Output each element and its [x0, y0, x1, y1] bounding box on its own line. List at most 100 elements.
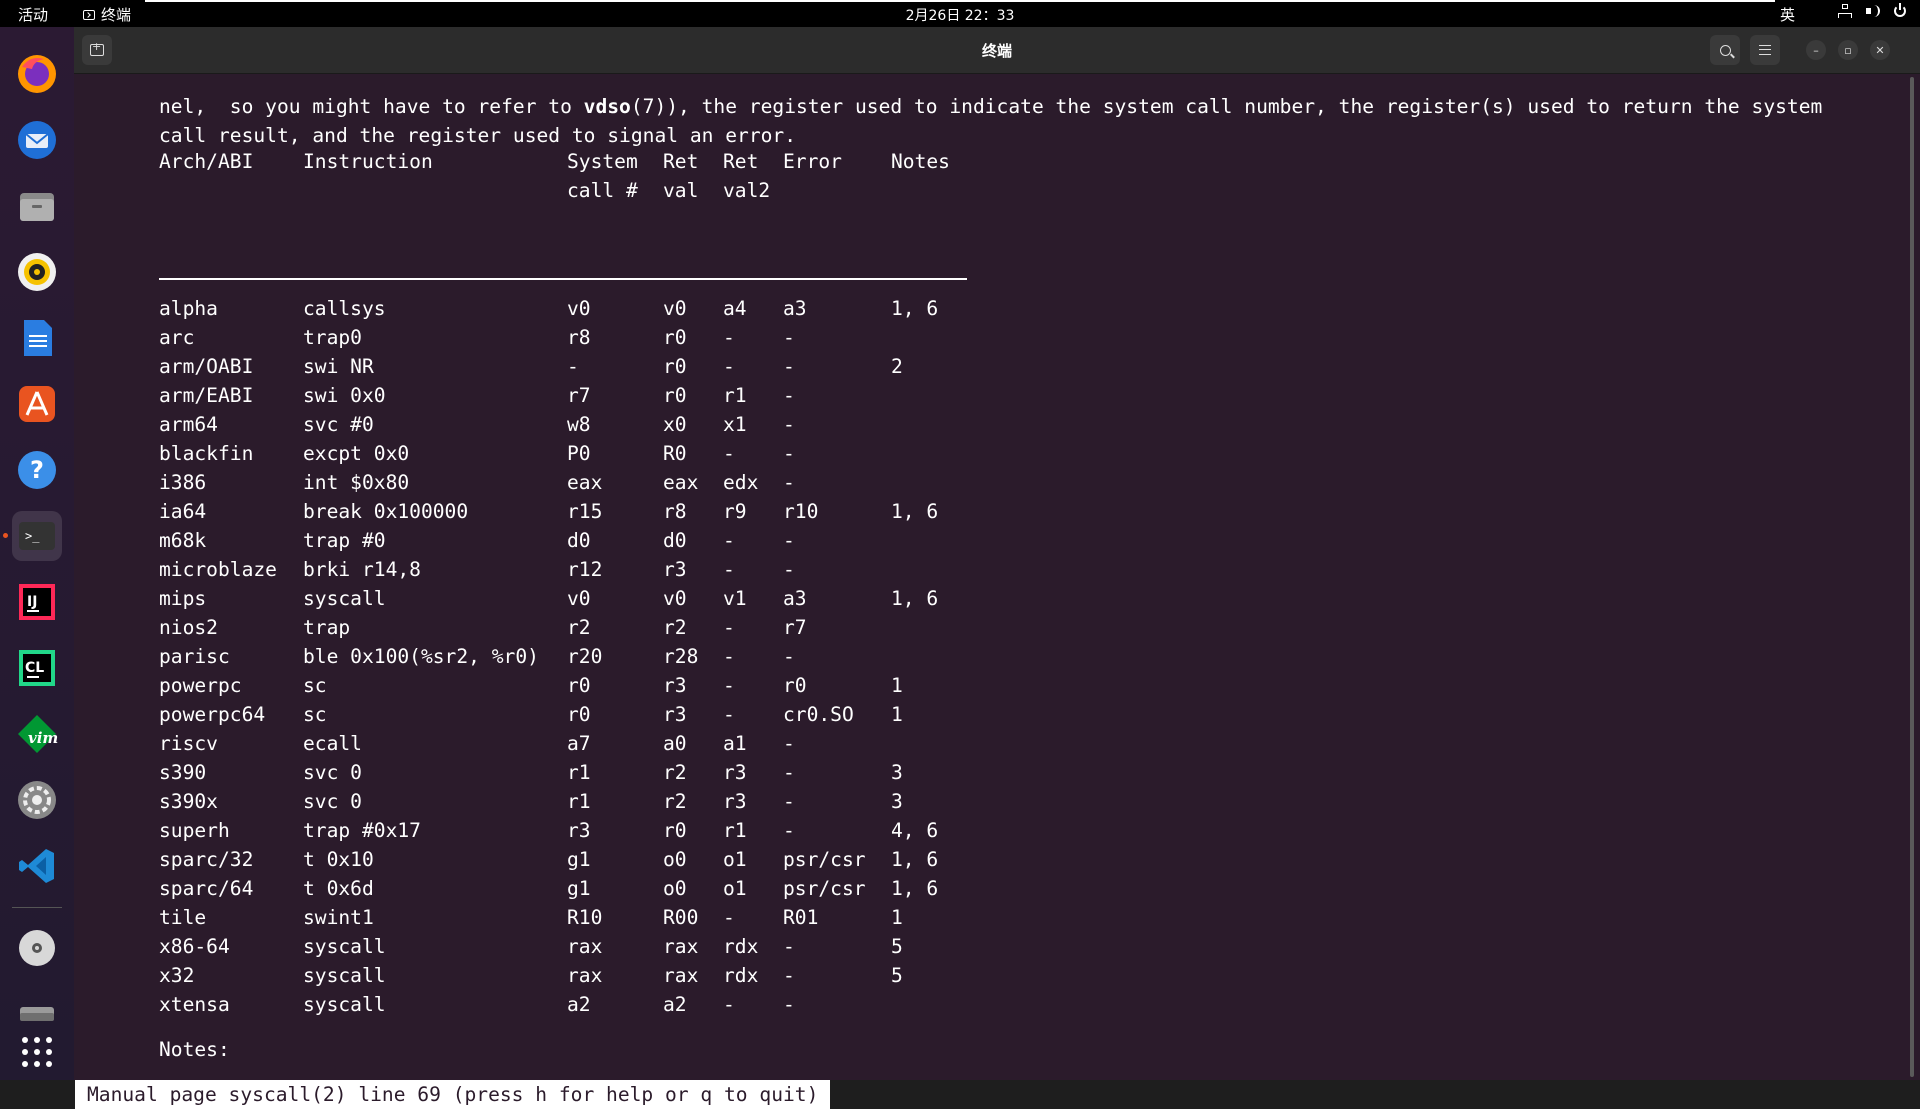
table-row-ret-val: r8	[663, 500, 687, 523]
table-row-arch: sparc/32	[159, 848, 254, 871]
dock-writer[interactable]	[12, 313, 62, 363]
table-row-ret-val2: -	[723, 616, 735, 639]
table-row-syscall-num: r20	[567, 645, 603, 668]
table-row-syscall-num: g1	[567, 877, 591, 900]
dock-firefox[interactable]	[12, 49, 62, 99]
table-row-ret-val: a2	[663, 993, 687, 1016]
table-row-syscall-num: r0	[567, 674, 591, 697]
table-row-instruction: swint1	[303, 906, 374, 929]
table-row-instruction: trap	[303, 616, 351, 639]
table-row-ret-val2: a4	[723, 297, 747, 320]
dock-vim[interactable]: vim	[12, 709, 62, 759]
table-row-syscall-num: v0	[567, 297, 591, 320]
dock-files[interactable]	[12, 181, 62, 231]
dock-vscode[interactable]	[12, 841, 62, 891]
power-icon	[1894, 3, 1906, 17]
table-row-notes: 4, 6	[891, 819, 939, 842]
clock[interactable]: 2月26日 22：33	[0, 5, 1920, 25]
dock-thunderbird[interactable]	[12, 115, 62, 165]
table-row-ret-val2: -	[723, 326, 735, 349]
dock-help[interactable]: ?	[12, 445, 62, 495]
table-row-notes: 3	[891, 790, 903, 813]
table-row-arch: arm/EABI	[159, 384, 254, 407]
table-row-ret-val2: v1	[723, 587, 747, 610]
table-row-syscall-num: r12	[567, 558, 603, 581]
table-row-syscall-num: rax	[567, 964, 603, 987]
notes-heading: Notes:	[159, 1038, 230, 1061]
scrollbar[interactable]	[1910, 77, 1914, 1077]
table-row-ret-val: R0	[663, 442, 687, 465]
table-row-instruction: sc	[303, 703, 327, 726]
table-row-ret-val2: -	[723, 558, 735, 581]
dock-clion[interactable]: CL	[12, 643, 62, 693]
volume-icon	[1866, 4, 1880, 18]
dock-app-center[interactable]	[12, 379, 62, 429]
svg-text:>_: >_	[25, 529, 40, 543]
table-row-ret-val: r0	[663, 819, 687, 842]
table-row-instruction: svc #0	[303, 413, 374, 436]
table-row-error: -	[783, 471, 795, 494]
intro-line-2: call result, and the register used to si…	[159, 124, 797, 147]
svg-text:?: ?	[30, 456, 44, 484]
table-row-ret-val2: -	[723, 703, 735, 726]
table-row-syscall-num: g1	[567, 848, 591, 871]
table-row-arch: x32	[159, 964, 195, 987]
table-row-error: a3	[783, 297, 807, 320]
dock-terminal[interactable]: >_	[12, 511, 62, 561]
header2-ret-val: val	[663, 179, 699, 202]
table-row-ret-val: d0	[663, 529, 687, 552]
table-row-ret-val: rax	[663, 935, 699, 958]
dock-disc[interactable]	[12, 923, 62, 973]
table-row-instruction: brki r14,8	[303, 558, 421, 581]
terminal-content[interactable]: nel, so you might have to refer to vdso(…	[74, 74, 1920, 1109]
table-row-arch: superh	[159, 819, 230, 842]
table-row-ret-val2: edx	[723, 471, 759, 494]
table-row-notes: 2	[891, 355, 903, 378]
table-row-error: -	[783, 442, 795, 465]
table-row-ret-val: a0	[663, 732, 687, 755]
search-icon	[1719, 44, 1731, 56]
header-arch: Arch/ABI	[159, 150, 254, 173]
table-row-syscall-num: P0	[567, 442, 591, 465]
table-row-syscall-num: d0	[567, 529, 591, 552]
dock-settings[interactable]	[12, 775, 62, 825]
show-apps-button[interactable]	[12, 1027, 62, 1077]
intellij-icon: IJ	[19, 584, 55, 620]
table-row-ret-val: r0	[663, 384, 687, 407]
table-row-syscall-num: R10	[567, 906, 603, 929]
table-row-syscall-num: r2	[567, 616, 591, 639]
system-tray[interactable]	[1838, 3, 1906, 18]
menu-button[interactable]	[1750, 35, 1780, 65]
table-row-error: r10	[783, 500, 819, 523]
maximize-button[interactable]: ▫	[1838, 40, 1858, 60]
table-row-arch: arm/OABI	[159, 355, 254, 378]
table-row-ret-val2: a1	[723, 732, 747, 755]
table-row-ret-val2: -	[723, 906, 735, 929]
input-method-indicator[interactable]: 英	[1780, 4, 1795, 25]
writer-icon	[24, 320, 52, 356]
table-row-arch: powerpc	[159, 674, 242, 697]
table-row-notes: 5	[891, 935, 903, 958]
table-row-arch: parisc	[159, 645, 230, 668]
table-row-arch: mips	[159, 587, 207, 610]
close-button[interactable]: ✕	[1870, 40, 1890, 60]
dock-rhythmbox[interactable]	[12, 247, 62, 297]
table-row-instruction: break 0x100000	[303, 500, 469, 523]
table-row-ret-val2: -	[723, 355, 735, 378]
table-row-instruction: trap0	[303, 326, 362, 349]
window-title: 终端	[981, 42, 1012, 60]
table-row-ret-val2: rdx	[723, 935, 759, 958]
table-row-ret-val: r28	[663, 645, 699, 668]
table-row-notes: 1, 6	[891, 297, 939, 320]
table-row-syscall-num: -	[567, 355, 579, 378]
table-row-ret-val: eax	[663, 471, 699, 494]
minimize-button[interactable]: –	[1806, 40, 1826, 60]
table-row-arch: m68k	[159, 529, 207, 552]
table-row-notes: 1, 6	[891, 877, 939, 900]
dock-intellij[interactable]: IJ	[12, 577, 62, 627]
table-row-error: -	[783, 993, 795, 1016]
dock-separator	[12, 907, 62, 908]
search-button[interactable]	[1710, 35, 1740, 65]
table-row-error: -	[783, 326, 795, 349]
table-row-instruction: int $0x80	[303, 471, 410, 494]
